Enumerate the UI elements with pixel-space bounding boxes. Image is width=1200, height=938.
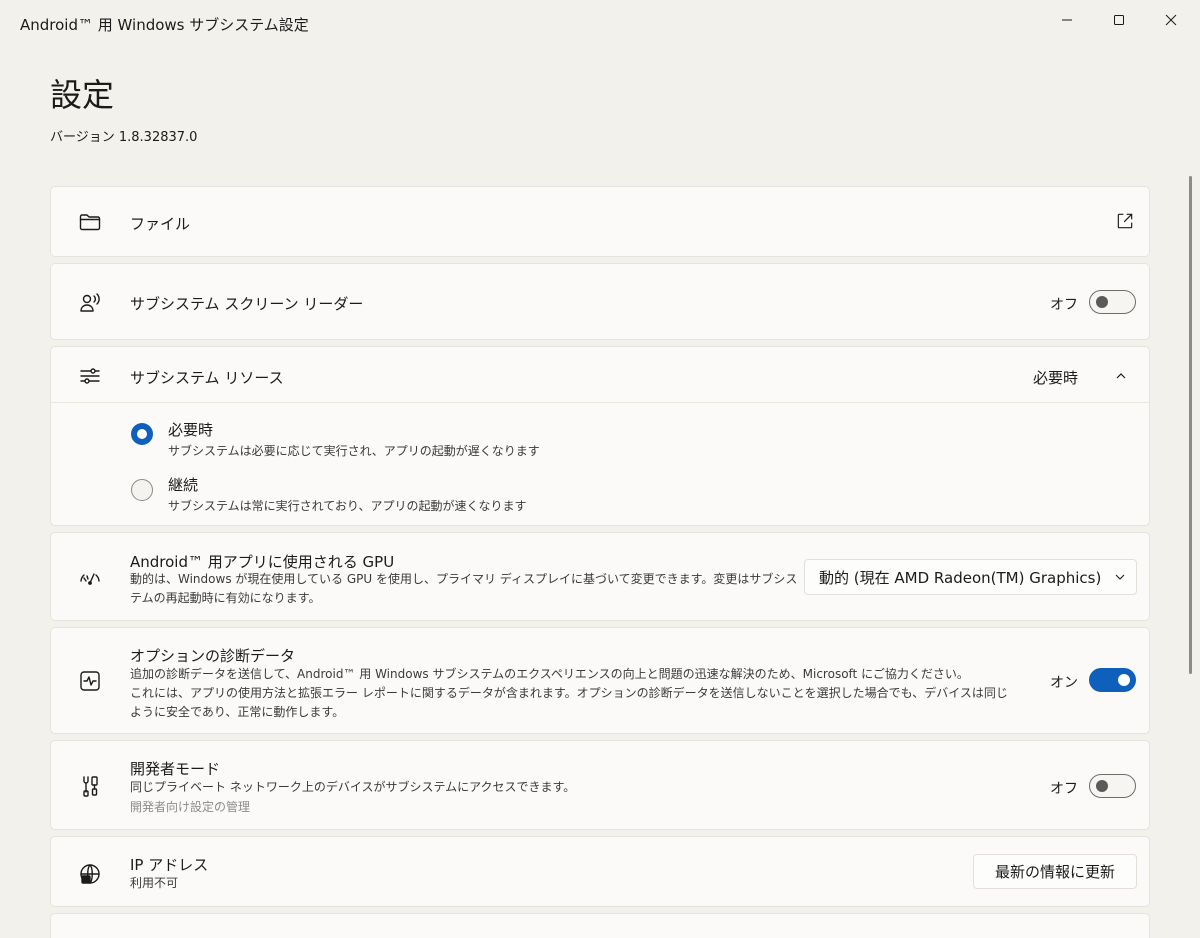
files-label: ファイル [130, 215, 191, 233]
resources-card: サブシステム リソース 必要時 必要時 サブシステムは必要に応じて実行され、アプ… [50, 346, 1150, 526]
scrollbar[interactable] [1189, 176, 1192, 674]
tools-icon [77, 773, 103, 799]
radio-on-demand-desc: サブシステムは必要に応じて実行され、アプリの起動が遅くなります [168, 444, 540, 458]
screen-reader-state: オフ [1050, 297, 1078, 313]
screen-reader-icon [77, 290, 103, 316]
ip-card: IP アドレス 利用不可 最新の情報に更新 [50, 836, 1150, 907]
open-external-icon[interactable] [1115, 211, 1137, 233]
chevron-up-icon[interactable] [1115, 367, 1133, 385]
developer-toggle[interactable] [1089, 774, 1136, 798]
diagnostics-desc-line3: ように安全であり、正常に動作します。 [130, 705, 345, 719]
gpu-select[interactable]: 動的 (現在 AMD Radeon(TM) Graphics) [804, 559, 1137, 595]
divider [51, 402, 1149, 403]
gpu-card: Android™ 用アプリに使用される GPU 動的は、Windows が現在使… [50, 532, 1150, 621]
title-bar: Android™ 用 Windows サブシステム設定 [0, 0, 1200, 46]
radio-on-demand[interactable] [131, 423, 153, 445]
diagnostics-state: オン [1050, 675, 1078, 691]
diagnostics-label: オプションの診断データ [130, 647, 296, 665]
developer-state: オフ [1050, 781, 1078, 797]
minimize-button[interactable] [1040, 0, 1094, 40]
version-text: バージョン 1.8.32837.0 [50, 130, 198, 145]
ip-label: IP アドレス [130, 856, 209, 874]
pulse-icon [77, 668, 103, 694]
folder-icon [77, 209, 103, 235]
gpu-desc-line2: テムの再起動時に有効になります。 [130, 591, 321, 605]
diagnostics-description: 追加の診断データを送信して、Android™ 用 Windows サブシステムの… [130, 665, 1030, 722]
maximize-button[interactable] [1092, 0, 1146, 40]
ip-value: 利用不可 [130, 876, 179, 890]
radio-on-demand-label: 必要時 [168, 421, 214, 439]
developer-card: 開発者モード 同じプライベート ネットワーク上のデバイスがサブシステムにアクセス… [50, 740, 1150, 830]
minimize-icon [1062, 19, 1072, 21]
developer-label: 開発者モード [130, 760, 221, 778]
diagnostics-desc-line1: 追加の診断データを送信して、Android™ 用 Windows サブシステムの… [130, 667, 969, 681]
radio-continuous[interactable] [131, 479, 153, 501]
close-button[interactable] [1144, 0, 1198, 40]
gpu-label: Android™ 用アプリに使用される GPU [130, 553, 395, 571]
diagnostics-card: オプションの診断データ 追加の診断データを送信して、Android™ 用 Win… [50, 627, 1150, 734]
window-title: Android™ 用 Windows サブシステム設定 [20, 16, 309, 34]
maximize-icon [1114, 15, 1124, 25]
resources-selected-value: 必要時 [1033, 369, 1079, 387]
radio-continuous-desc: サブシステムは常に実行されており、アプリの起動が速くなります [168, 499, 527, 513]
page-title: 設定 [50, 76, 115, 114]
gauge-icon [77, 565, 103, 591]
sliders-icon [77, 363, 103, 389]
globe-icon [77, 861, 103, 887]
next-card [50, 913, 1150, 938]
diagnostics-desc-line2: これには、アプリの使用方法と拡張エラー レポートに関するデータが含まれます。オプ… [130, 686, 1008, 700]
files-card[interactable]: ファイル [50, 186, 1150, 257]
close-icon [1165, 14, 1177, 26]
developer-description: 同じプライベート ネットワーク上のデバイスがサブシステムにアクセスできます。 [130, 780, 576, 794]
resources-label: サブシステム リソース [130, 369, 284, 387]
gpu-description: 動的は、Windows が現在使用している GPU を使用し、プライマリ ディス… [130, 570, 810, 608]
screen-reader-toggle[interactable] [1089, 290, 1136, 314]
screen-reader-label: サブシステム スクリーン リーダー [130, 295, 364, 313]
gpu-desc-line1: 動的は、Windows が現在使用している GPU を使用し、プライマリ ディス… [130, 572, 798, 586]
gpu-select-value: 動的 (現在 AMD Radeon(TM) Graphics) [819, 568, 1102, 587]
developer-settings-link[interactable]: 開発者向け設定の管理 [130, 798, 250, 815]
diagnostics-toggle[interactable] [1089, 668, 1136, 692]
radio-continuous-label: 継続 [168, 476, 199, 494]
chevron-down-icon [1115, 574, 1125, 580]
screen-reader-card: サブシステム スクリーン リーダー オフ [50, 263, 1150, 340]
refresh-button[interactable]: 最新の情報に更新 [973, 854, 1137, 889]
